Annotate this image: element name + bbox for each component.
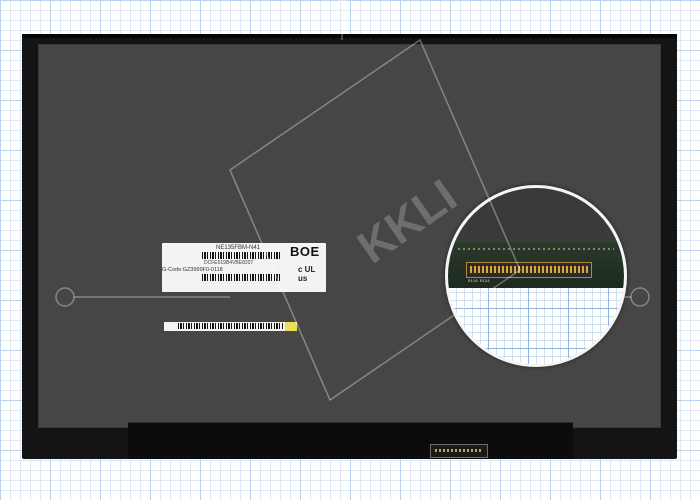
- ul-certification-mark: c UL us: [298, 265, 316, 283]
- connector-closeup: R116 R134: [445, 185, 627, 367]
- edp-connector: [430, 444, 488, 458]
- barcode-strip: [164, 322, 297, 331]
- label-serial-number: DCFE519B4VBE8207: [204, 260, 254, 266]
- bottom-bezel: [128, 422, 573, 459]
- strip-yellow-tag: [285, 322, 297, 331]
- label-barcode-top: [202, 252, 282, 259]
- strip-barcode: [178, 323, 284, 329]
- product-label: NE135FBM-N41 DCFE519B4VBE8207 G-Code:GZ3…: [162, 243, 326, 292]
- closeup-pcb-text: R116 R134: [468, 280, 490, 284]
- panel-top-strip: [22, 34, 677, 38]
- label-gcode: G-Code:GZ3999F0-0118: [162, 267, 223, 273]
- closeup-connector: [466, 262, 592, 278]
- label-model-number: NE135FBM-N41: [216, 245, 261, 251]
- brand-logo: BOE: [290, 244, 320, 259]
- closeup-screen-edge: [448, 188, 624, 242]
- watermark-circle-top: [335, 0, 349, 13]
- closeup-pcb-traces: [458, 248, 614, 250]
- label-barcode-bottom: [202, 274, 282, 281]
